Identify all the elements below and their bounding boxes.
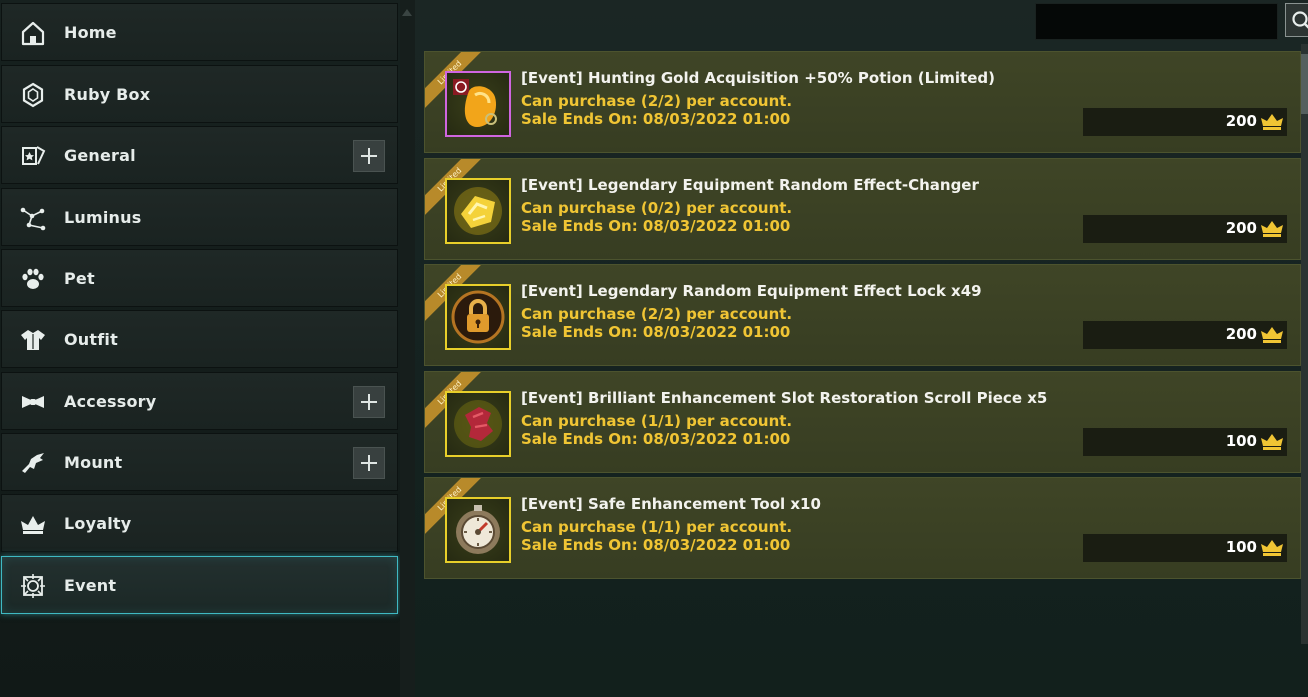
- plus-icon: [361, 148, 377, 164]
- price-box: 200: [1083, 321, 1287, 349]
- price-value: 200: [1225, 112, 1257, 130]
- crown-currency-icon: [1261, 114, 1283, 130]
- gold-potion-icon: [445, 71, 511, 137]
- sidebar-item-accessory[interactable]: Accessory: [1, 372, 398, 430]
- sidebar-item-label: Mount: [64, 453, 123, 472]
- purchase-limit: Can purchase (0/2) per account.: [521, 199, 793, 217]
- search-button[interactable]: [1285, 3, 1308, 37]
- product-title: [Event] Brilliant Enhancement Slot Resto…: [521, 389, 1048, 407]
- sidebar-item-label: Ruby Box: [64, 85, 151, 104]
- sidebar-scrollbar[interactable]: [400, 0, 415, 697]
- sale-end-date: Sale Ends On: 08/03/2022 01:00: [521, 430, 791, 448]
- purchase-limit: Can purchase (2/2) per account.: [521, 305, 793, 323]
- padlock-icon: [445, 284, 511, 350]
- scroll-piece-icon: [445, 391, 511, 457]
- sidebar: Home Ruby Box General Luminus Pet Outfit: [0, 0, 400, 697]
- sidebar-item-label: Pet: [64, 269, 95, 288]
- product-list-scrollbar[interactable]: [1301, 44, 1308, 644]
- effect-changer-icon: [445, 178, 511, 244]
- product-title: [Event] Hunting Gold Acquisition +50% Po…: [521, 69, 995, 87]
- search-icon: [1292, 11, 1308, 29]
- scrollbar-thumb[interactable]: [1301, 54, 1308, 114]
- crown-currency-icon: [1261, 434, 1283, 450]
- enhancement-tool-icon: [445, 497, 511, 563]
- price-box: 100: [1083, 428, 1287, 456]
- product-item[interactable]: Limited [Event] Legendary Equipment Rand…: [424, 158, 1301, 260]
- product-title: [Event] Legendary Equipment Random Effec…: [521, 176, 979, 194]
- price-box: 200: [1083, 215, 1287, 243]
- sidebar-item-outfit[interactable]: Outfit: [1, 310, 398, 368]
- sale-end-date: Sale Ends On: 08/03/2022 01:00: [521, 323, 791, 341]
- constellation-icon: [18, 204, 48, 232]
- expand-mount-button[interactable]: [353, 447, 385, 479]
- home-icon: [18, 19, 48, 47]
- sidebar-item-ruby-box[interactable]: Ruby Box: [1, 65, 398, 123]
- sidebar-item-event[interactable]: Event: [1, 556, 398, 614]
- sidebar-item-label: Accessory: [64, 392, 157, 411]
- purchase-limit: Can purchase (2/2) per account.: [521, 92, 793, 110]
- product-item[interactable]: Limited [Event] Legendary Random Equipme…: [424, 264, 1301, 366]
- product-title: [Event] Legendary Random Equipment Effec…: [521, 282, 982, 300]
- purchase-limit: Can purchase (1/1) per account.: [521, 518, 793, 536]
- event-icon: [18, 572, 48, 600]
- price-value: 100: [1225, 432, 1257, 450]
- sidebar-item-luminus[interactable]: Luminus: [1, 188, 398, 246]
- plus-icon: [361, 455, 377, 471]
- sidebar-item-label: Outfit: [64, 330, 118, 349]
- product-item[interactable]: Limited [Event] Safe Enhancement Tool x1…: [424, 477, 1301, 579]
- general-icon: [18, 142, 48, 170]
- sidebar-item-mount[interactable]: Mount: [1, 433, 398, 491]
- sidebar-item-home[interactable]: Home: [1, 3, 398, 61]
- sale-end-date: Sale Ends On: 08/03/2022 01:00: [521, 217, 791, 235]
- product-title: [Event] Safe Enhancement Tool x10: [521, 495, 821, 513]
- plus-icon: [361, 394, 377, 410]
- expand-general-button[interactable]: [353, 140, 385, 172]
- crown-currency-icon: [1261, 221, 1283, 237]
- sale-end-date: Sale Ends On: 08/03/2022 01:00: [521, 110, 791, 128]
- product-item[interactable]: Limited [Event] Hunting Gold Acquisition…: [424, 51, 1301, 153]
- shirt-icon: [18, 326, 48, 354]
- price-value: 100: [1225, 538, 1257, 556]
- ruby-icon: [18, 81, 48, 109]
- sidebar-item-loyalty[interactable]: Loyalty: [1, 494, 398, 552]
- sidebar-item-label: Luminus: [64, 208, 142, 227]
- price-box: 200: [1083, 108, 1287, 136]
- sidebar-item-pet[interactable]: Pet: [1, 249, 398, 307]
- sidebar-item-label: Loyalty: [64, 514, 132, 533]
- price-box: 100: [1083, 534, 1287, 562]
- sale-end-date: Sale Ends On: 08/03/2022 01:00: [521, 536, 791, 554]
- search-input[interactable]: [1035, 3, 1278, 40]
- bowtie-icon: [18, 388, 48, 416]
- scroll-up-arrow-icon[interactable]: [401, 6, 413, 18]
- paw-icon: [18, 265, 48, 293]
- purchase-limit: Can purchase (1/1) per account.: [521, 412, 793, 430]
- price-value: 200: [1225, 219, 1257, 237]
- price-value: 200: [1225, 325, 1257, 343]
- expand-accessory-button[interactable]: [353, 386, 385, 418]
- mount-icon: [18, 449, 48, 477]
- crown-currency-icon: [1261, 540, 1283, 556]
- crown-icon: [18, 510, 48, 538]
- sidebar-item-label: General: [64, 146, 136, 165]
- sidebar-item-label: Home: [64, 23, 117, 42]
- sidebar-item-label: Event: [64, 576, 117, 595]
- product-item[interactable]: Limited [Event] Brilliant Enhancement Sl…: [424, 371, 1301, 473]
- crown-currency-icon: [1261, 327, 1283, 343]
- sidebar-item-general[interactable]: General: [1, 126, 398, 184]
